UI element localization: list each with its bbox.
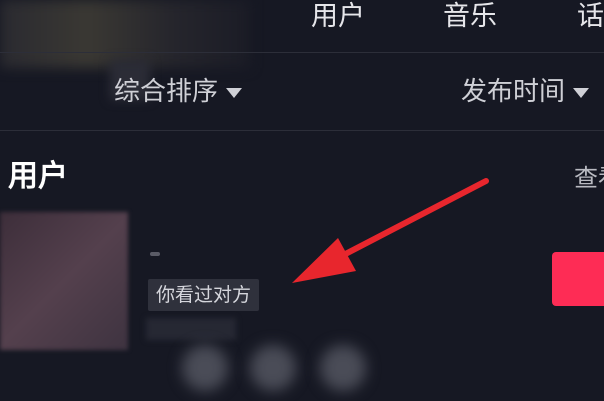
search-results-screen: 用户 音乐 话 综合排序 发布时间 用户 查看 你看过对方 bbox=[0, 0, 604, 401]
red-arrow-icon bbox=[292, 178, 489, 283]
